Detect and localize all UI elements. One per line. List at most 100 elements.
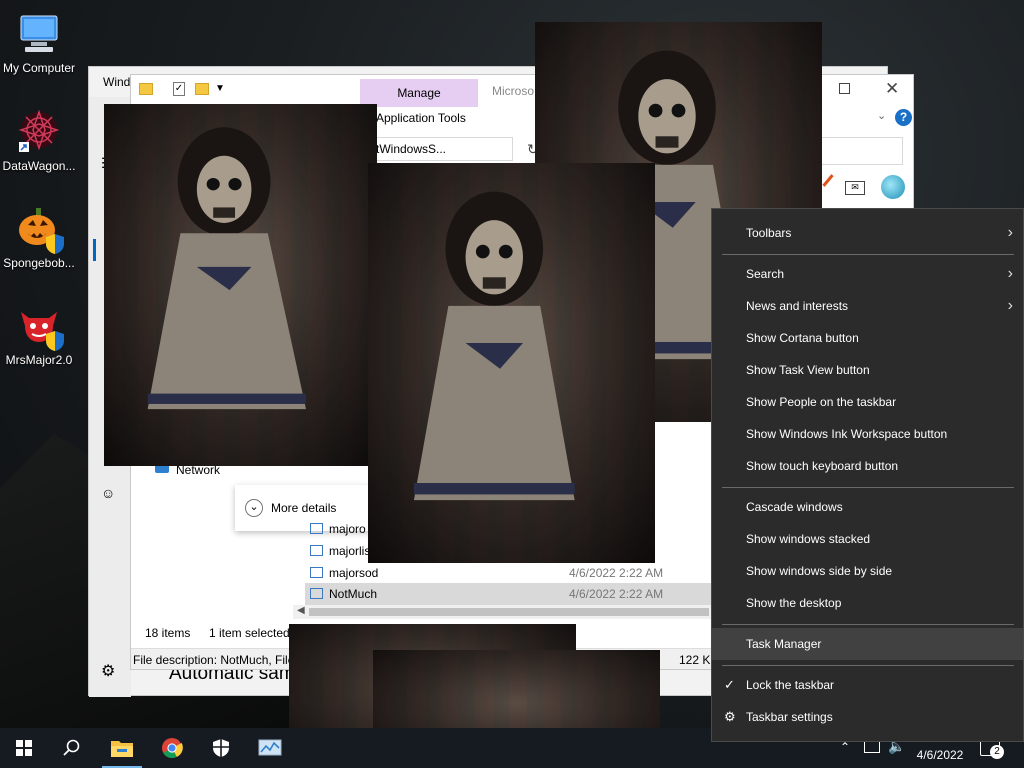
- ribbon-manage-tab[interactable]: Manage: [360, 79, 478, 107]
- menu-item-show-people[interactable]: Show People on the taskbar: [712, 386, 1023, 418]
- desktop-icon-label: DataWagon...: [2, 159, 76, 173]
- menu-item-label: Cascade windows: [746, 500, 843, 514]
- file-icon: [310, 588, 323, 599]
- mail-icon[interactable]: ✉: [845, 181, 865, 195]
- ribbon-expand-icon[interactable]: ⌄: [877, 109, 886, 122]
- menu-item-show-task-view-button[interactable]: Show Task View button: [712, 354, 1023, 386]
- shield-icon: [213, 739, 229, 757]
- chevron-right-icon: ›: [1007, 265, 1013, 282]
- menu-item-label: Show windows side by side: [746, 564, 893, 578]
- help-icon[interactable]: ?: [895, 109, 912, 126]
- status-selected: 1 item selected: [209, 626, 290, 640]
- ribbon-manage-label: Manage: [397, 86, 441, 100]
- gear-icon[interactable]: ⚙: [101, 661, 115, 681]
- menu-item-label: Taskbar settings: [746, 710, 833, 724]
- file-date: 4/6/2022 2:22 AM: [569, 566, 664, 580]
- checkmark-icon: ✓: [724, 677, 735, 692]
- menu-item-taskbar-settings[interactable]: ⚙ Taskbar settings: [712, 701, 1023, 733]
- scroll-left-arrow[interactable]: ◀: [297, 605, 305, 616]
- file-icon: [310, 567, 323, 578]
- network-tray-icon[interactable]: [864, 741, 880, 753]
- search-button[interactable]: [48, 728, 96, 768]
- menu-divider: [722, 624, 1014, 625]
- menu-item-show-the-desktop[interactable]: Show the desktop: [712, 587, 1023, 619]
- menu-item-show-windows-ink[interactable]: Show Windows Ink Workspace button: [712, 418, 1023, 450]
- more-details-label: More details: [271, 501, 337, 515]
- nav-highlight: [93, 239, 96, 261]
- chevron-right-icon: ›: [1007, 224, 1013, 241]
- menu-item-show-touch-keyboard[interactable]: Show touch keyboard button: [712, 450, 1023, 482]
- file-description: File description: NotMuch, File: [133, 653, 295, 667]
- doll-image: [104, 104, 377, 466]
- menu-item-label: Show the desktop: [746, 596, 842, 610]
- file-date: 4/6/2022 2:22 AM: [569, 587, 664, 601]
- menu-divider: [722, 254, 1014, 255]
- file-row[interactable]: majorsod 4/6/2022 2:22 AM: [305, 563, 715, 583]
- menu-item-cascade-windows[interactable]: Cascade windows: [712, 491, 1023, 523]
- scroll-thumb[interactable]: [309, 608, 709, 616]
- address-text: tWindowsS...: [376, 142, 447, 156]
- folder-icon: [111, 741, 133, 757]
- chevron-right-icon: ›: [1007, 297, 1013, 314]
- shield-icon: [46, 331, 64, 351]
- desktop-icon-label: Spongebob...: [3, 256, 75, 270]
- menu-item-search[interactable]: Search ›: [712, 258, 1023, 290]
- menu-item-toolbars[interactable]: Toolbars ›: [712, 217, 1023, 249]
- menu-item-label: Show People on the taskbar: [746, 395, 897, 409]
- people-icon[interactable]: ☺: [101, 485, 115, 501]
- menu-item-label: News and interests: [746, 299, 849, 313]
- clock-date: 4/6/2022: [916, 748, 964, 762]
- desktop-icon-my-computer[interactable]: My Computer: [0, 10, 80, 75]
- properties-icon[interactable]: ✓: [173, 82, 185, 96]
- search-box[interactable]: [819, 137, 903, 165]
- menu-item-show-cortana-button[interactable]: Show Cortana button: [712, 322, 1023, 354]
- pen-tool-icon[interactable]: [822, 174, 834, 187]
- file-explorer-taskbar-button[interactable]: [98, 728, 146, 768]
- windows-icon: [16, 740, 32, 756]
- task-manager-icon: [258, 739, 282, 756]
- menu-item-task-manager[interactable]: Task Manager: [712, 628, 1023, 660]
- menu-item-label: Show Task View button: [746, 363, 870, 377]
- taskbar-context-menu: Toolbars › Search › News and interests › Sh…: [711, 208, 1024, 742]
- menu-item-lock-the-taskbar[interactable]: ✓ Lock the taskbar: [712, 669, 1023, 701]
- desktop-icon-label: MrsMajor2.0: [5, 353, 73, 367]
- file-icon: [310, 523, 323, 534]
- close-button[interactable]: ✕: [885, 79, 899, 99]
- quick-access-dropdown-icon[interactable]: ▼: [215, 83, 225, 94]
- window-title-text: Microso: [492, 84, 535, 98]
- tray-chevron-icon[interactable]: ⌃: [840, 740, 850, 754]
- menu-item-label: Show windows stacked: [746, 532, 871, 546]
- gear-icon: ⚙: [724, 709, 736, 724]
- menu-item-label: Lock the taskbar: [746, 678, 835, 692]
- shield-icon: [46, 234, 64, 254]
- desktop-icon-label: My Computer: [2, 61, 76, 75]
- start-button[interactable]: [0, 728, 48, 768]
- horizontal-scrollbar[interactable]: ◀: [293, 605, 713, 619]
- task-manager-taskbar-button[interactable]: [246, 728, 294, 768]
- chrome-taskbar-button[interactable]: [148, 728, 196, 768]
- new-folder-icon[interactable]: [195, 83, 209, 95]
- status-items: 18 items: [145, 626, 191, 640]
- chevron-down-icon: ⌄: [245, 499, 263, 517]
- file-row-selected[interactable]: NotMuch 4/6/2022 2:22 AM: [305, 583, 715, 605]
- file-icon: [310, 545, 323, 556]
- file-name: NotMuch: [329, 587, 378, 601]
- desktop-icon-datawagon[interactable]: DataWagon...: [0, 108, 80, 173]
- notification-count-badge: 2: [990, 745, 1004, 759]
- menu-item-label: Show Windows Ink Workspace button: [746, 427, 948, 441]
- desktop-icon-spongebob[interactable]: Spongebob...: [0, 205, 80, 270]
- menu-item-show-windows-stacked[interactable]: Show windows stacked: [712, 523, 1023, 555]
- chrome-icon: [162, 738, 183, 759]
- doll-image: [368, 163, 655, 563]
- desktop-icon-mrsmajor[interactable]: MrsMajor2.0: [0, 302, 80, 367]
- file-name: majorlis: [329, 544, 371, 558]
- globe-icon[interactable]: [881, 175, 905, 199]
- menu-item-news-and-interests[interactable]: News and interests ›: [712, 290, 1023, 322]
- menu-item-show-windows-side-by-side[interactable]: Show windows side by side: [712, 555, 1023, 587]
- ribbon-app-tools-tab[interactable]: Application Tools: [376, 111, 466, 125]
- address-bar[interactable]: tWindowsS...: [367, 137, 513, 161]
- maximize-button[interactable]: [839, 83, 850, 94]
- security-taskbar-button[interactable]: [197, 728, 245, 768]
- menu-item-label: Show touch keyboard button: [746, 459, 899, 473]
- menu-item-label: Toolbars: [746, 226, 792, 240]
